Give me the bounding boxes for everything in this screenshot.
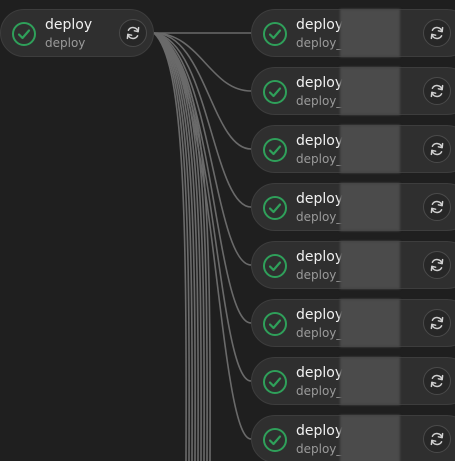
retry-button[interactable] [119,19,147,47]
job-name: deploy [45,17,93,33]
job-stage: deploy [45,36,86,50]
retry-button[interactable] [423,309,451,337]
redaction-overlay [340,183,400,231]
refresh-icon [430,142,444,156]
check-circle-icon [11,21,37,47]
check-circle-icon [262,195,288,221]
check-circle-icon [262,253,288,279]
pipeline-graph: deploy deploy deploy_ deploy_4 deploy_ d… [0,0,455,461]
refresh-icon [430,316,444,330]
retry-button[interactable] [423,251,451,279]
refresh-icon [126,26,140,40]
redaction-overlay [340,67,400,115]
refresh-icon [430,200,444,214]
check-circle-icon [262,137,288,163]
redaction-overlay [340,299,400,347]
redaction-overlay [340,125,400,173]
redaction-overlay [340,241,400,289]
refresh-icon [430,258,444,272]
check-circle-icon [262,79,288,105]
redaction-overlay [340,357,400,405]
check-circle-icon [262,21,288,47]
retry-button[interactable] [423,425,451,453]
retry-button[interactable] [423,193,451,221]
refresh-icon [430,374,444,388]
edge [153,32,252,266]
check-circle-icon [262,311,288,337]
refresh-icon [430,26,444,40]
check-circle-icon [262,369,288,395]
retry-button[interactable] [423,135,451,163]
retry-button[interactable] [423,367,451,395]
retry-button[interactable] [423,77,451,105]
job-node-deploy[interactable]: deploy deploy [0,9,154,57]
refresh-icon [430,84,444,98]
redaction-overlay [340,9,400,57]
check-circle-icon [262,427,288,453]
redaction-overlay [340,415,400,461]
refresh-icon [430,432,444,446]
retry-button[interactable] [423,19,451,47]
